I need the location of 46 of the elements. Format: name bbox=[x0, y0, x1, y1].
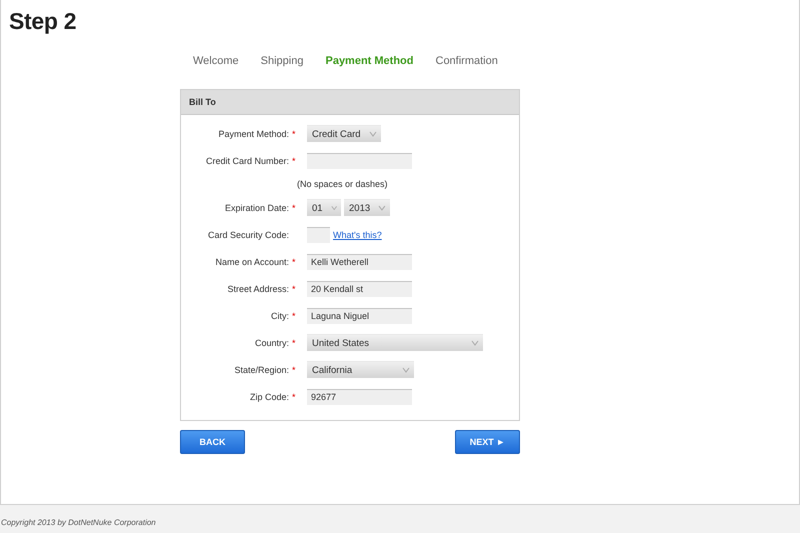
caret-icon bbox=[368, 131, 377, 137]
field-label: Street Address: bbox=[227, 284, 289, 294]
input-field[interactable]: 20 Kendall st bbox=[307, 280, 412, 296]
input-field[interactable]: Laguna Niguel bbox=[307, 308, 412, 324]
hint-text: (No spaces or dashes) bbox=[297, 179, 388, 189]
input-field[interactable]: 92677 bbox=[307, 388, 412, 404]
required-marker: * bbox=[292, 284, 296, 294]
required-marker: * bbox=[292, 156, 296, 166]
field-label: Name on Account: bbox=[215, 256, 289, 266]
field-label: State/Region: bbox=[234, 364, 289, 374]
required-marker: * bbox=[292, 128, 296, 138]
caret-icon bbox=[330, 205, 337, 211]
required-marker: * bbox=[292, 202, 296, 212]
wizard-step[interactable]: Welcome bbox=[193, 55, 239, 67]
field-label: Country: bbox=[254, 338, 289, 348]
caret-icon bbox=[471, 340, 479, 346]
caret-icon bbox=[402, 367, 410, 373]
field-label: Expiration Date: bbox=[224, 202, 289, 212]
dropdown[interactable]: California bbox=[307, 361, 414, 378]
required-marker: * bbox=[292, 392, 296, 402]
required-marker: * bbox=[292, 338, 296, 348]
page-heading: Step 2 bbox=[9, 8, 78, 35]
dropdown[interactable]: 01 bbox=[307, 199, 341, 216]
dropdown[interactable]: 2013 bbox=[344, 199, 390, 216]
wizard-step[interactable]: Confirmation bbox=[436, 55, 498, 67]
help-link[interactable]: What's this? bbox=[333, 230, 382, 240]
required-marker: * bbox=[292, 310, 296, 320]
caret-icon bbox=[378, 205, 386, 211]
panel-title: Bill To bbox=[189, 97, 216, 107]
next-button[interactable]: NEXT ► bbox=[455, 430, 520, 454]
wizard-step[interactable]: Shipping bbox=[260, 55, 304, 67]
input-field[interactable] bbox=[307, 152, 412, 168]
field-label: Card Security Code: bbox=[208, 230, 289, 240]
field-label: Zip Code: bbox=[250, 392, 289, 402]
back-button[interactable]: BACK bbox=[180, 430, 245, 454]
required-marker: * bbox=[292, 256, 296, 266]
field-label: Credit Card Number: bbox=[206, 156, 289, 166]
field-label: City: bbox=[271, 310, 289, 320]
required-marker: * bbox=[292, 364, 296, 374]
dropdown[interactable]: Credit Card bbox=[307, 125, 381, 142]
copyright-text: Copyright 2013 by DotNetNuke Corporation bbox=[1, 518, 157, 527]
input-field[interactable] bbox=[307, 226, 330, 242]
input-field[interactable]: Kelli Wetherell bbox=[307, 254, 412, 270]
field-label: Payment Method: bbox=[218, 128, 289, 138]
dropdown[interactable]: United States bbox=[307, 334, 483, 351]
wizard-step[interactable]: Payment Method bbox=[325, 55, 414, 67]
